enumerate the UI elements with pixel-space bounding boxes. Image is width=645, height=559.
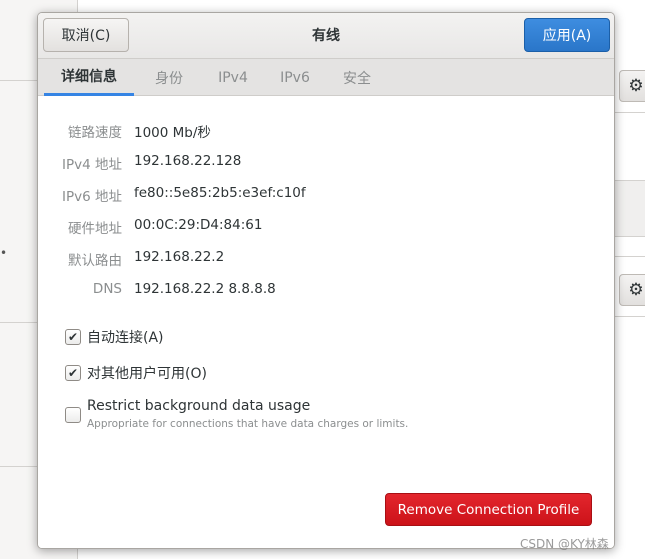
gear-icon[interactable]: ⚙ <box>619 274 645 306</box>
detail-row-ipv4: IPv4 地址 192.168.22.128 <box>38 153 614 175</box>
tab-bar: 详细信息 身份 IPv4 IPv6 安全 <box>38 59 614 96</box>
detail-value: fe80::5e85:2b5:e3ef:c10f <box>134 185 306 201</box>
detail-row-dns: DNS 192.168.22.2 8.8.8.8 <box>38 281 614 303</box>
detail-value: 192.168.22.128 <box>134 153 242 169</box>
detail-row-hardware: 硬件地址 00:0C:29:D4:84:61 <box>38 217 614 239</box>
unchecked-box-icon[interactable] <box>65 407 81 423</box>
detail-value: 192.168.22.2 <box>134 249 225 265</box>
checkbox-label: 自动连接(A) <box>87 330 164 346</box>
detail-label: DNS <box>92 281 122 297</box>
all-users-checkbox[interactable]: ✔ 对其他用户可用(O) <box>65 363 207 383</box>
checkbox-label: Restrict background data usage <box>87 398 311 414</box>
tab-details[interactable]: 详细信息 <box>44 59 134 96</box>
detail-row-link-speed: 链路速度 1000 Mb/秒 <box>38 121 614 143</box>
detail-row-ipv6: IPv6 地址 fe80::5e85:2b5:e3ef:c10f <box>38 185 614 207</box>
detail-label: 默认路由 <box>68 253 122 269</box>
detail-value: 192.168.22.2 8.8.8.8 <box>134 281 276 297</box>
background-bullet: • <box>0 246 8 260</box>
tab-ipv4[interactable]: IPv4 <box>208 59 258 96</box>
gear-icon[interactable]: ⚙ <box>619 70 645 102</box>
watermark: CSDN @KY林森 <box>520 537 609 551</box>
detail-value: 1000 Mb/秒 <box>134 125 211 141</box>
detail-label: 链路速度 <box>68 125 122 141</box>
tab-security[interactable]: 安全 <box>332 59 382 96</box>
details-panel: 链路速度 1000 Mb/秒 IPv4 地址 192.168.22.128 IP… <box>38 97 614 548</box>
detail-label: IPv4 地址 <box>62 157 122 173</box>
tab-identity[interactable]: 身份 <box>144 59 194 96</box>
cancel-button[interactable]: 取消(C) <box>43 18 129 52</box>
dialog-header: 取消(C) 有线 应用(A) <box>38 13 614 59</box>
apply-button[interactable]: 应用(A) <box>524 18 610 52</box>
check-icon[interactable]: ✔ <box>65 365 81 381</box>
checkbox-description: Appropriate for connections that have da… <box>87 418 409 430</box>
wired-settings-dialog: 取消(C) 有线 应用(A) 详细信息 身份 IPv4 IPv6 安全 链路速度… <box>37 12 615 549</box>
tab-ipv6[interactable]: IPv6 <box>270 59 320 96</box>
detail-label: 硬件地址 <box>68 221 122 237</box>
detail-label: IPv6 地址 <box>62 189 122 205</box>
detail-value: 00:0C:29:D4:84:61 <box>134 217 263 233</box>
checkbox-label: 对其他用户可用(O) <box>87 366 207 382</box>
auto-connect-checkbox[interactable]: ✔ 自动连接(A) <box>65 327 164 347</box>
check-icon[interactable]: ✔ <box>65 329 81 345</box>
remove-connection-button[interactable]: Remove Connection Profile <box>385 493 592 526</box>
detail-row-route: 默认路由 192.168.22.2 <box>38 249 614 271</box>
